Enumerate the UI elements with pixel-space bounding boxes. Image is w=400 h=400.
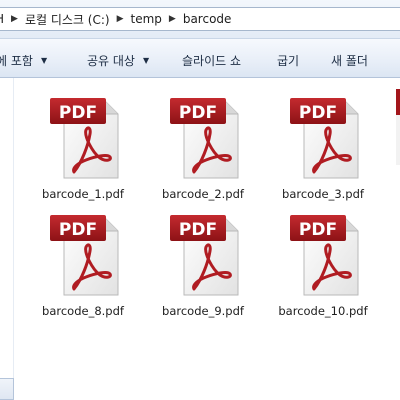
- pdf-file-icon: PDF: [48, 213, 120, 297]
- file-name: barcode_1.pdf: [42, 187, 124, 201]
- pdf-file-icon: PDF: [168, 96, 240, 180]
- breadcrumb-item-local-disk[interactable]: 로컬 디스크 (C:): [25, 11, 110, 28]
- breadcrumb-item-barcode[interactable]: barcode: [183, 12, 232, 26]
- new-folder-label: 새 폴더: [331, 53, 368, 68]
- svg-text:PDF: PDF: [59, 103, 97, 123]
- pdf-file-icon: PDF: [48, 96, 120, 180]
- breadcrumb-partial: H: [0, 12, 4, 26]
- pdf-file-icon: PDF: [288, 213, 360, 297]
- burn-label: 굽기: [277, 53, 300, 68]
- pane-divider[interactable]: [13, 78, 14, 400]
- svg-text:PDF: PDF: [299, 220, 337, 240]
- file-name: barcode_10.pdf: [278, 304, 368, 318]
- svg-text:PDF: PDF: [299, 103, 337, 123]
- file-item[interactable]: PDF barcode_1.pdf: [28, 86, 138, 201]
- slideshow-button[interactable]: 슬라이드 쇼: [182, 52, 241, 68]
- file-name: barcode_8.pdf: [42, 304, 124, 318]
- pdf-file-icon[interactable]: [392, 87, 400, 171]
- svg-text:PDF: PDF: [179, 103, 217, 123]
- breadcrumb-arrow-icon[interactable]: ▶: [11, 14, 18, 24]
- breadcrumb-arrow-icon[interactable]: ▶: [169, 14, 176, 24]
- include-in-library-button[interactable]: 에 포함 ▼: [0, 52, 47, 68]
- address-breadcrumb[interactable]: H ▶ 로컬 디스크 (C:) ▶ temp ▶ barcode: [0, 7, 400, 31]
- slideshow-label: 슬라이드 쇼: [182, 53, 242, 68]
- new-folder-button[interactable]: 새 폴더: [331, 52, 368, 68]
- share-with-label: 공유 대상: [87, 53, 135, 68]
- file-name: barcode_3.pdf: [282, 187, 364, 201]
- svg-text:PDF: PDF: [179, 220, 217, 240]
- file-item[interactable]: PDF barcode_9.pdf: [148, 203, 258, 318]
- breadcrumb-item-temp[interactable]: temp: [131, 12, 162, 26]
- burn-button[interactable]: 굽기: [277, 52, 299, 68]
- pdf-file-icon: PDF: [168, 213, 240, 297]
- include-in-library-label: 에 포함: [0, 53, 33, 68]
- file-item[interactable]: PDF barcode_8.pdf: [28, 203, 138, 318]
- file-name: barcode_2.pdf: [162, 187, 244, 201]
- file-item[interactable]: PDF barcode_10.pdf: [268, 203, 378, 318]
- navigation-pane-edge[interactable]: [0, 378, 14, 400]
- file-item[interactable]: PDF barcode_3.pdf: [268, 86, 378, 201]
- pdf-file-icon: PDF: [288, 96, 360, 180]
- svg-text:PDF: PDF: [59, 220, 97, 240]
- address-bar: H ▶ 로컬 디스크 (C:) ▶ temp ▶ barcode: [0, 0, 400, 38]
- file-item[interactable]: PDF barcode_2.pdf: [148, 86, 258, 201]
- file-name: barcode_9.pdf: [162, 304, 244, 318]
- breadcrumb-arrow-icon[interactable]: ▶: [117, 14, 124, 24]
- share-with-button[interactable]: 공유 대상 ▼: [87, 52, 149, 68]
- chevron-down-icon: ▼: [40, 55, 48, 65]
- command-bar: 에 포함 ▼ 공유 대상 ▼ 슬라이드 쇼 굽기 새 폴더: [0, 38, 400, 78]
- chevron-down-icon: ▼: [142, 55, 150, 65]
